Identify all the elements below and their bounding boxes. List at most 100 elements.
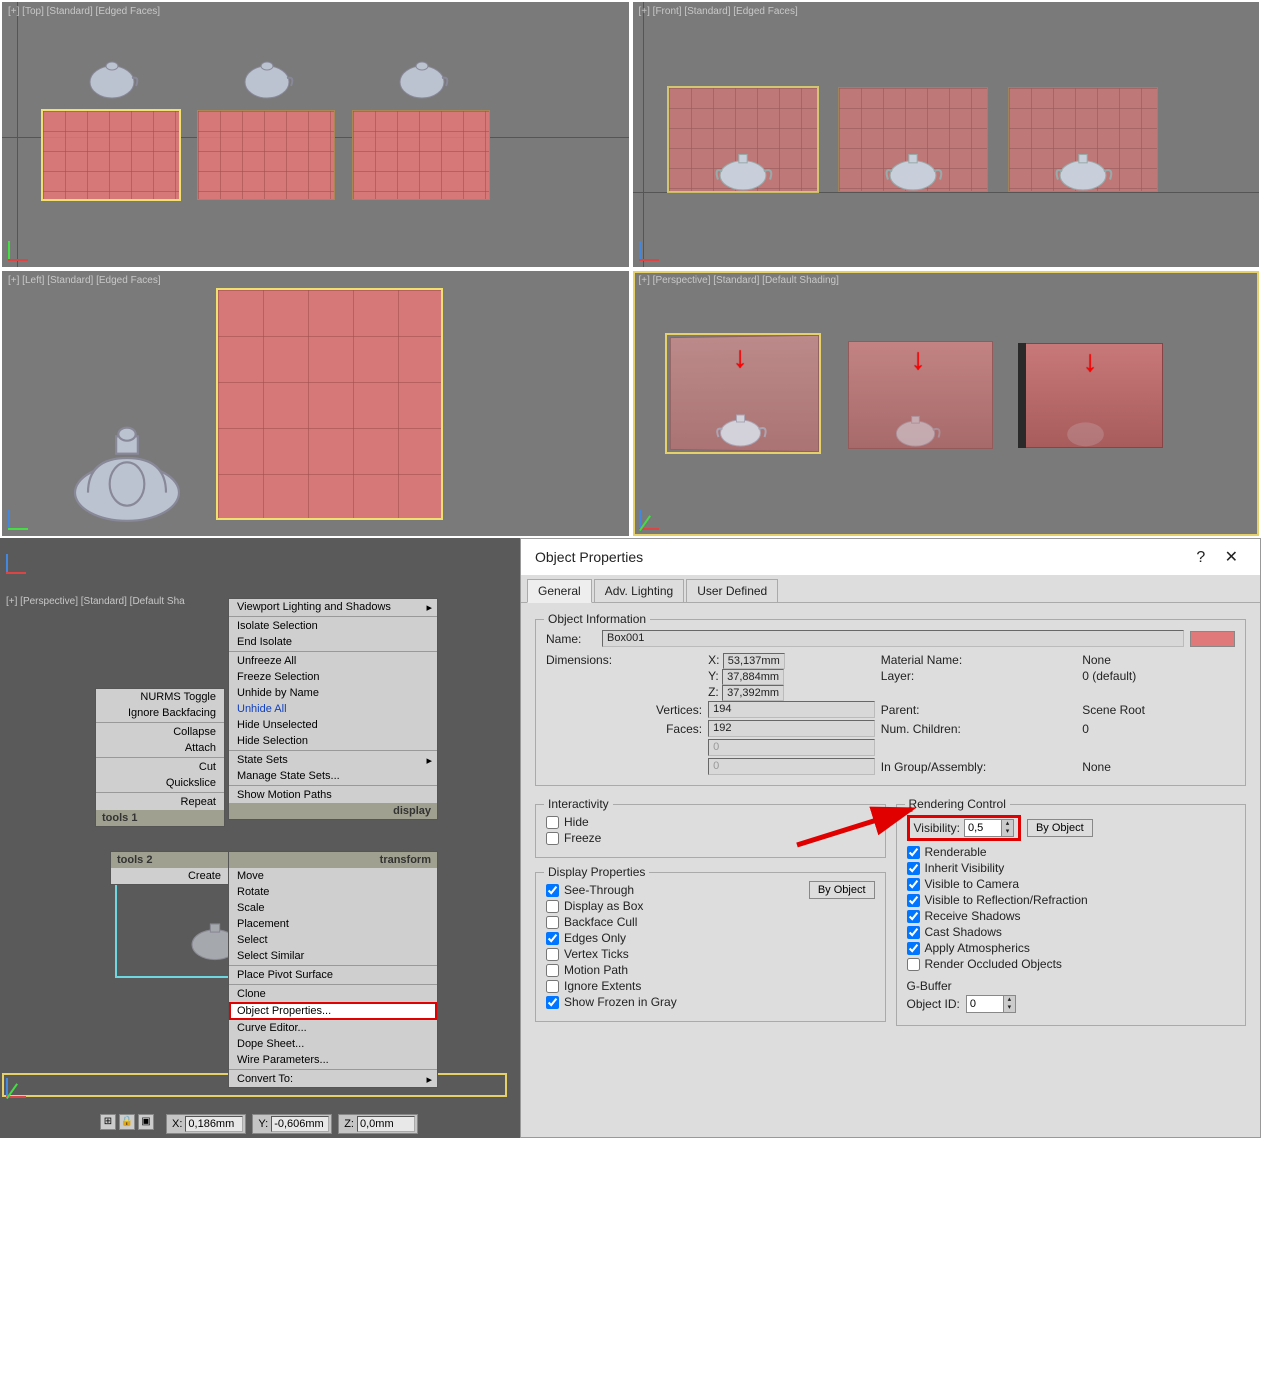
- display-opt-checkbox[interactable]: Backface Cull: [546, 915, 677, 929]
- menu-item[interactable]: Curve Editor...: [229, 1020, 437, 1036]
- menu-item[interactable]: Rotate: [229, 884, 437, 900]
- render-opt-checkbox[interactable]: Cast Shadows: [907, 925, 1236, 939]
- by-object-button[interactable]: By Object: [1027, 819, 1093, 837]
- viewport-label[interactable]: [+] [Perspective] [Standard] [Default Sh…: [6, 596, 185, 607]
- menu-item[interactable]: Wire Parameters...: [229, 1052, 437, 1068]
- menu-item[interactable]: Show Motion Paths: [229, 787, 437, 803]
- coord-y[interactable]: Y:: [252, 1114, 332, 1134]
- viewport-top[interactable]: [+] [Top] [Standard] [Edged Faces]: [2, 2, 629, 267]
- display-opt-checkbox[interactable]: Show Frozen in Gray: [546, 995, 677, 1009]
- render-opt-checkbox[interactable]: Apply Atmospherics: [907, 941, 1236, 955]
- viewport-front[interactable]: [+] [Front] [Standard] [Edged Faces]: [633, 2, 1260, 267]
- menu-item[interactable]: Attach: [96, 740, 224, 756]
- lock-icon[interactable]: 🔒: [119, 1114, 135, 1130]
- color-swatch[interactable]: [1190, 631, 1235, 647]
- render-opt-checkbox[interactable]: Renderable: [907, 845, 1236, 859]
- tab-user-defined[interactable]: User Defined: [686, 579, 778, 602]
- object-name-field[interactable]: Box001: [602, 630, 1184, 647]
- viewport-label[interactable]: [+] [Top] [Standard] [Edged Faces]: [8, 6, 160, 17]
- menu-item[interactable]: Placement: [229, 916, 437, 932]
- viewport-perspective[interactable]: [+] [Perspective] [Standard] [Default Sh…: [633, 271, 1260, 536]
- menu-item[interactable]: Select Similar: [229, 948, 437, 964]
- hide-checkbox[interactable]: Hide: [546, 815, 875, 829]
- object-id-spinner[interactable]: ▴▾: [966, 995, 1016, 1013]
- viewport-label[interactable]: [+] [Front] [Standard] [Edged Faces]: [639, 6, 798, 17]
- menu-item[interactable]: Place Pivot Surface: [229, 967, 437, 983]
- menu-item[interactable]: Scale: [229, 900, 437, 916]
- render-opt-checkbox[interactable]: Visible to Reflection/Refraction: [907, 893, 1236, 907]
- viewport-left[interactable]: [+] [Left] [Standard] [Edged Faces]: [2, 271, 629, 536]
- axis-gizmo: [8, 231, 38, 261]
- menu-header: tools 1: [102, 812, 137, 824]
- menu-item[interactable]: End Isolate: [229, 634, 437, 650]
- menu-item[interactable]: Unfreeze All: [229, 653, 437, 669]
- faces-value: 192: [708, 720, 875, 737]
- close-button[interactable]: ✕: [1217, 547, 1246, 568]
- render-opt-checkbox[interactable]: Receive Shadows: [907, 909, 1236, 923]
- freeze-checkbox[interactable]: Freeze: [546, 831, 875, 845]
- menu-item[interactable]: Freeze Selection: [229, 669, 437, 685]
- menu-item[interactable]: Clone: [229, 986, 437, 1002]
- menu-item[interactable]: Dope Sheet...: [229, 1036, 437, 1052]
- menu-item[interactable]: Repeat: [96, 794, 224, 810]
- menu-item[interactable]: Hide Unselected: [229, 717, 437, 733]
- dialog-tabs: General Adv. Lighting User Defined: [521, 575, 1260, 603]
- coord-z-input[interactable]: [357, 1116, 415, 1132]
- menu-item[interactable]: Viewport Lighting and Shadows: [229, 599, 437, 615]
- viewport-label[interactable]: [+] [Left] [Standard] [Edged Faces]: [8, 275, 161, 286]
- menu-item[interactable]: Select: [229, 932, 437, 948]
- coord-x[interactable]: X:: [166, 1114, 246, 1134]
- spinner-down-icon[interactable]: ▾: [1003, 1004, 1015, 1012]
- menu-header: transform: [380, 854, 431, 866]
- menu-item[interactable]: Convert To:: [229, 1071, 437, 1087]
- tab-general[interactable]: General: [527, 579, 592, 603]
- visibility-input[interactable]: [965, 820, 1001, 836]
- context-menu-tools2-left[interactable]: tools 2 Create: [110, 851, 230, 885]
- menu-item[interactable]: Move: [229, 868, 437, 884]
- coord-z[interactable]: Z:: [338, 1114, 418, 1134]
- spinner-down-icon[interactable]: ▾: [1001, 828, 1013, 836]
- render-opt-checkbox[interactable]: Inherit Visibility: [907, 861, 1236, 875]
- menu-item[interactable]: Create: [111, 868, 229, 884]
- coord-y-input[interactable]: [271, 1116, 329, 1132]
- value: 0: [1082, 722, 1235, 736]
- teapot-object: [62, 416, 192, 526]
- spinner-up-icon[interactable]: ▴: [1001, 820, 1013, 828]
- help-button[interactable]: ?: [1188, 547, 1213, 568]
- axis-gizmo: [639, 231, 669, 261]
- context-menu-display[interactable]: Viewport Lighting and Shadows Isolate Se…: [228, 598, 438, 820]
- display-opt-checkbox[interactable]: Ignore Extents: [546, 979, 677, 993]
- coord-x-input[interactable]: [185, 1116, 243, 1132]
- context-menu-tools1-left[interactable]: NURMS Toggle Ignore Backfacing Collapse …: [95, 688, 225, 827]
- grid-snap-icon[interactable]: ⊞: [100, 1114, 116, 1130]
- menu-item[interactable]: Unhide All: [229, 701, 437, 717]
- menu-item[interactable]: Cut: [96, 759, 224, 775]
- object-id-input[interactable]: [967, 996, 1003, 1012]
- spinner-up-icon[interactable]: ▴: [1003, 996, 1015, 1004]
- display-opt-checkbox[interactable]: Vertex Ticks: [546, 947, 677, 961]
- teapot-object: [82, 52, 142, 100]
- menu-item[interactable]: Unhide by Name: [229, 685, 437, 701]
- render-opt-checkbox[interactable]: Render Occluded Objects: [907, 957, 1236, 971]
- display-opt-checkbox[interactable]: Display as Box: [546, 899, 677, 913]
- context-menu-transform[interactable]: transform Move Rotate Scale Placement Se…: [228, 851, 438, 1088]
- menu-item[interactable]: Isolate Selection: [229, 618, 437, 634]
- menu-item[interactable]: Manage State Sets...: [229, 768, 437, 784]
- viewport-label[interactable]: [+] [Perspective] [Standard] [Default Sh…: [639, 275, 839, 286]
- by-object-button[interactable]: By Object: [809, 881, 875, 899]
- visibility-spinner[interactable]: ▴▾: [964, 819, 1014, 837]
- viewport-perspective-bottom[interactable]: [+] [Perspective] [Standard] [Default Sh…: [0, 538, 520, 1138]
- display-opt-checkbox[interactable]: Motion Path: [546, 963, 677, 977]
- menu-item[interactable]: Collapse: [96, 724, 224, 740]
- menu-item[interactable]: Ignore Backfacing: [96, 705, 224, 721]
- menu-item-object-properties[interactable]: Object Properties...: [229, 1002, 437, 1020]
- menu-item[interactable]: State Sets: [229, 752, 437, 768]
- menu-item[interactable]: Hide Selection: [229, 733, 437, 749]
- display-opt-checkbox[interactable]: Edges Only: [546, 931, 677, 945]
- render-opt-checkbox[interactable]: Visible to Camera: [907, 877, 1236, 891]
- selection-icon[interactable]: ▣: [138, 1114, 154, 1130]
- tab-adv-lighting[interactable]: Adv. Lighting: [594, 579, 685, 602]
- menu-item[interactable]: Quickslice: [96, 775, 224, 791]
- display-opt-checkbox[interactable]: See-Through: [546, 883, 677, 897]
- menu-item[interactable]: NURMS Toggle: [96, 689, 224, 705]
